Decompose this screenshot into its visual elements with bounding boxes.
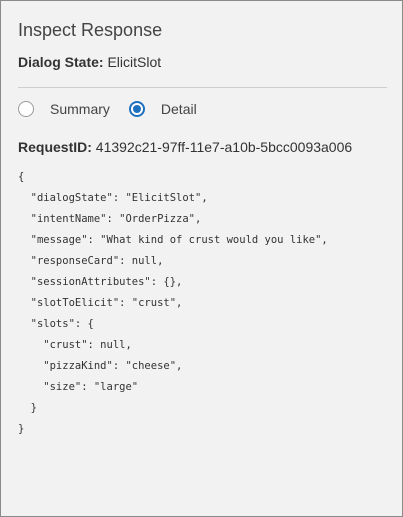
json-line: "slotToElicit": "crust", (18, 297, 183, 309)
summary-radio[interactable]: Summary (18, 101, 110, 117)
request-id: RequestID: 41392c21-97ff-11e7-a10b-5bcc0… (18, 139, 352, 155)
summary-radio-label[interactable]: Summary (50, 101, 110, 117)
json-line: } (18, 402, 37, 414)
json-line: "sessionAttributes": {}, (18, 276, 183, 288)
divider (18, 87, 387, 88)
json-line: "crust": null, (18, 339, 132, 351)
inspect-response-panel: Inspect Response Dialog State: ElicitSlo… (0, 0, 403, 517)
radio-unchecked-icon[interactable] (18, 101, 34, 117)
request-id-label: RequestID: (18, 139, 92, 155)
json-line: "slots": { (18, 318, 94, 330)
detail-radio-label[interactable]: Detail (161, 101, 197, 117)
dialog-state: Dialog State: ElicitSlot (18, 54, 161, 70)
dialog-state-value: ElicitSlot (107, 54, 162, 70)
json-line: "message": "What kind of crust would you… (18, 234, 328, 246)
json-line: "responseCard": null, (18, 255, 164, 267)
detail-radio[interactable]: Detail (128, 101, 197, 117)
request-id-value: 41392c21-97ff-11e7-a10b-5bcc0093a006 (95, 139, 353, 155)
json-line: "intentName": "OrderPizza", (18, 213, 202, 225)
json-line: "dialogState": "ElicitSlot", (18, 192, 208, 204)
response-json: { "dialogState": "ElicitSlot", "intentNa… (18, 167, 328, 440)
radio-checked-icon[interactable] (128, 101, 145, 117)
panel-title: Inspect Response (18, 20, 163, 40)
json-line: { (18, 171, 25, 183)
json-line: "size": "large" (18, 381, 139, 393)
view-toggle: Summary Detail (18, 101, 197, 117)
dialog-state-label: Dialog State: (18, 54, 104, 70)
json-line: } (18, 423, 25, 435)
json-line: "pizzaKind": "cheese", (18, 360, 183, 372)
